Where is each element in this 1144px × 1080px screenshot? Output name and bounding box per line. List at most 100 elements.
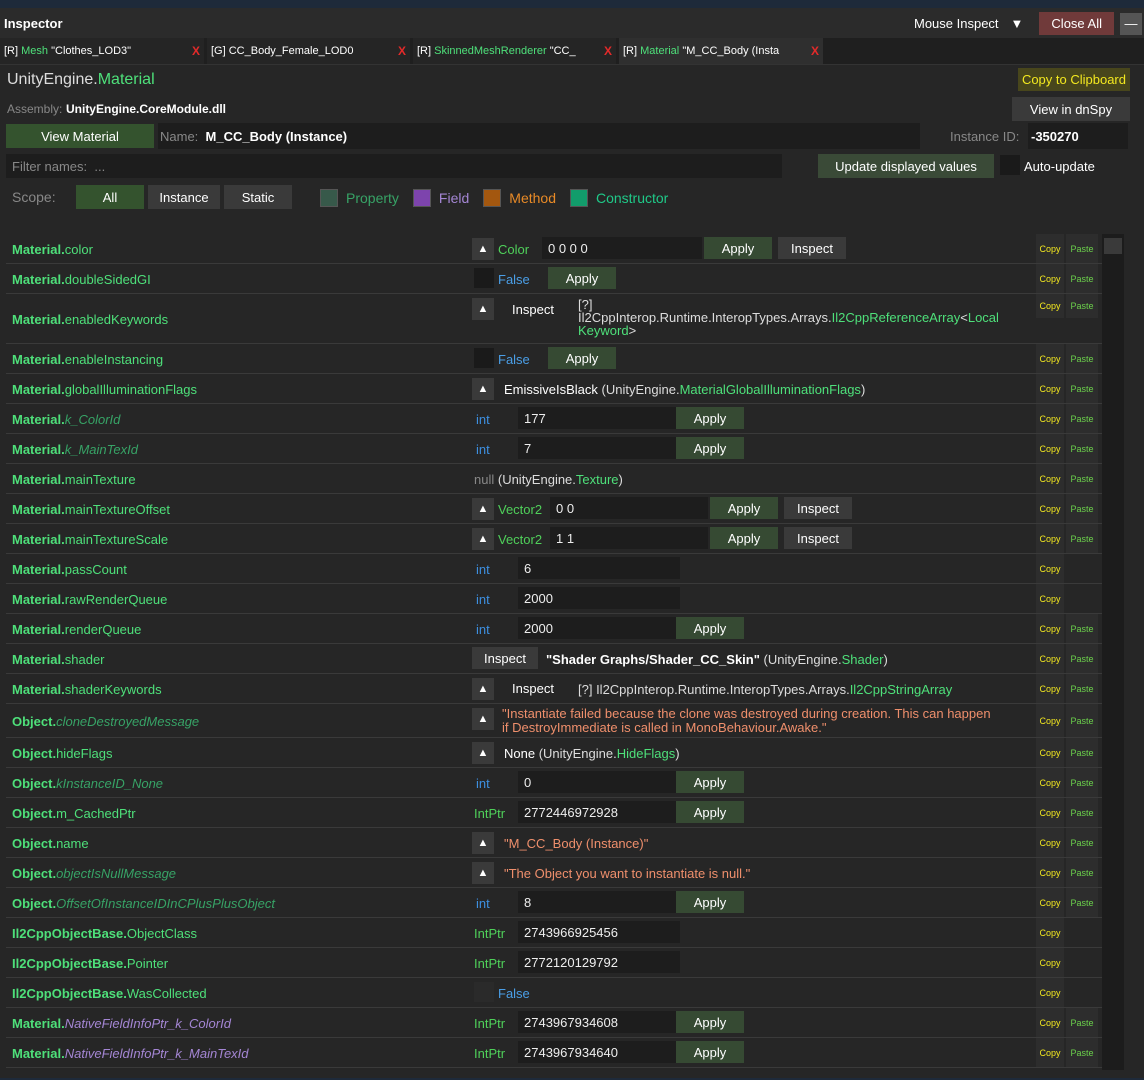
expand-up-icon[interactable]: ▲ bbox=[472, 742, 494, 764]
int-value-input[interactable]: 7 bbox=[518, 437, 680, 459]
paste-button[interactable]: Paste bbox=[1066, 464, 1098, 493]
paste-button[interactable]: Paste bbox=[1066, 264, 1098, 293]
inspect-button[interactable]: Inspect bbox=[502, 298, 564, 320]
paste-button[interactable]: Paste bbox=[1066, 858, 1098, 887]
scope-instance-button[interactable]: Instance bbox=[148, 185, 220, 209]
close-icon[interactable]: X bbox=[392, 44, 406, 58]
int-value-input[interactable]: 177 bbox=[518, 407, 680, 429]
member-list[interactable]: Material.color ▲ Color 0 0 0 0 Apply Ins… bbox=[6, 234, 1124, 1070]
copy-button[interactable]: Copy bbox=[1036, 704, 1064, 737]
tab-material[interactable]: [R] Material "M_CC_Body (Insta X bbox=[619, 38, 823, 64]
paste-button[interactable]: Paste bbox=[1066, 704, 1098, 737]
copy-button[interactable]: Copy bbox=[1036, 344, 1064, 373]
copy-button[interactable]: Copy bbox=[1036, 584, 1064, 613]
copy-button[interactable]: Copy bbox=[1036, 828, 1064, 857]
scope-all-button[interactable]: All bbox=[76, 185, 144, 209]
legend-property[interactable]: Property bbox=[320, 189, 399, 207]
paste-button[interactable]: Paste bbox=[1066, 434, 1098, 463]
close-icon[interactable]: X bbox=[598, 44, 612, 58]
copy-button[interactable]: Copy bbox=[1036, 798, 1064, 827]
paste-button[interactable]: Paste bbox=[1066, 888, 1098, 917]
copy-button[interactable]: Copy bbox=[1036, 464, 1064, 493]
tab-gameobject[interactable]: [G] CC_Body_Female_LOD0 X bbox=[207, 38, 410, 64]
paste-button[interactable]: Paste bbox=[1066, 674, 1098, 703]
close-icon[interactable]: X bbox=[805, 44, 819, 58]
apply-button[interactable]: Apply bbox=[548, 267, 616, 289]
expand-up-icon[interactable]: ▲ bbox=[472, 378, 494, 400]
filter-names-input[interactable]: Filter names: ... bbox=[6, 154, 782, 178]
legend-field[interactable]: Field bbox=[412, 189, 469, 207]
copy-button[interactable]: Copy bbox=[1036, 858, 1064, 887]
name-field[interactable]: Name: M_CC_Body (Instance) bbox=[158, 123, 920, 149]
apply-button[interactable]: Apply bbox=[548, 347, 616, 369]
instance-id-field[interactable]: -350270 bbox=[1028, 123, 1128, 149]
bool-checkbox[interactable] bbox=[474, 348, 494, 368]
auto-update-checkbox[interactable] bbox=[1000, 155, 1020, 175]
copy-button[interactable]: Copy bbox=[1036, 888, 1064, 917]
expand-up-icon[interactable]: ▲ bbox=[472, 528, 494, 550]
copy-button[interactable]: Copy bbox=[1036, 948, 1064, 977]
color-value-input[interactable]: 0 0 0 0 bbox=[542, 237, 702, 259]
int-value-input[interactable]: 0 bbox=[518, 771, 680, 793]
apply-button[interactable]: Apply bbox=[676, 437, 744, 459]
expand-up-icon[interactable]: ▲ bbox=[472, 678, 494, 700]
copy-button[interactable]: Copy bbox=[1036, 644, 1064, 673]
copy-button[interactable]: Copy bbox=[1036, 674, 1064, 703]
expand-up-icon[interactable]: ▲ bbox=[472, 708, 494, 730]
inspect-button[interactable]: Inspect bbox=[784, 497, 852, 519]
legend-method[interactable]: Method bbox=[483, 189, 556, 207]
apply-button[interactable]: Apply bbox=[676, 891, 744, 913]
apply-button[interactable]: Apply bbox=[676, 617, 744, 639]
update-displayed-values-button[interactable]: Update displayed values bbox=[818, 154, 994, 178]
paste-button[interactable]: Paste bbox=[1066, 344, 1098, 373]
minimize-button[interactable]: — bbox=[1120, 12, 1142, 35]
int-value-input[interactable]: 2000 bbox=[518, 617, 680, 639]
apply-button[interactable]: Apply bbox=[710, 497, 778, 519]
view-in-dnspy-button[interactable]: View in dnSpy bbox=[1012, 97, 1130, 121]
vector-value-input[interactable]: 1 1 bbox=[550, 527, 708, 549]
paste-button[interactable]: Paste bbox=[1066, 768, 1098, 797]
intptr-value-input[interactable]: 2743967934640 bbox=[518, 1041, 680, 1063]
expand-up-icon[interactable]: ▲ bbox=[472, 238, 494, 260]
paste-button[interactable]: Paste bbox=[1066, 828, 1098, 857]
expand-up-icon[interactable]: ▲ bbox=[472, 862, 494, 884]
paste-button[interactable]: Paste bbox=[1066, 404, 1098, 433]
copy-button[interactable]: Copy bbox=[1036, 1008, 1064, 1037]
copy-to-clipboard-button[interactable]: Copy to Clipboard bbox=[1017, 68, 1130, 91]
tab-mesh[interactable]: [R] Mesh "Clothes_LOD3" X bbox=[0, 38, 204, 64]
paste-button[interactable]: Paste bbox=[1066, 644, 1098, 673]
scope-static-button[interactable]: Static bbox=[224, 185, 292, 209]
copy-button[interactable]: Copy bbox=[1036, 434, 1064, 463]
copy-button[interactable]: Copy bbox=[1036, 768, 1064, 797]
member-list-scrollbar[interactable] bbox=[1102, 234, 1124, 1070]
title-bar[interactable]: Inspector Mouse Inspect ▼ Close All — bbox=[0, 8, 1144, 38]
paste-button[interactable]: Paste bbox=[1066, 234, 1098, 263]
paste-button[interactable]: Paste bbox=[1066, 1038, 1098, 1067]
view-material-button[interactable]: View Material bbox=[6, 124, 154, 148]
expand-up-icon[interactable]: ▲ bbox=[472, 832, 494, 854]
apply-button[interactable]: Apply bbox=[676, 801, 744, 823]
tab-skinned-mesh-renderer[interactable]: [R] SkinnedMeshRenderer "CC_ X bbox=[413, 38, 616, 64]
paste-button[interactable]: Paste bbox=[1066, 524, 1098, 553]
expand-up-icon[interactable]: ▲ bbox=[472, 498, 494, 520]
chevron-down-icon[interactable]: ▼ bbox=[1011, 16, 1024, 31]
close-icon[interactable]: X bbox=[186, 44, 200, 58]
mouse-inspect-dropdown[interactable]: Mouse Inspect bbox=[914, 16, 999, 31]
paste-button[interactable]: Paste bbox=[1066, 374, 1098, 403]
apply-button[interactable]: Apply bbox=[704, 237, 772, 259]
copy-button[interactable]: Copy bbox=[1036, 294, 1064, 318]
intptr-value-input[interactable]: 2743967934608 bbox=[518, 1011, 680, 1033]
inspect-button[interactable]: Inspect bbox=[784, 527, 852, 549]
copy-button[interactable]: Copy bbox=[1036, 554, 1064, 583]
copy-button[interactable]: Copy bbox=[1036, 264, 1064, 293]
scrollbar-thumb[interactable] bbox=[1104, 238, 1122, 254]
copy-button[interactable]: Copy bbox=[1036, 918, 1064, 947]
paste-button[interactable]: Paste bbox=[1066, 614, 1098, 643]
copy-button[interactable]: Copy bbox=[1036, 738, 1064, 767]
inspect-button[interactable]: Inspect bbox=[502, 677, 564, 699]
int-value-input[interactable]: 8 bbox=[518, 891, 680, 913]
apply-button[interactable]: Apply bbox=[676, 1041, 744, 1063]
copy-button[interactable]: Copy bbox=[1036, 524, 1064, 553]
apply-button[interactable]: Apply bbox=[710, 527, 778, 549]
paste-button[interactable]: Paste bbox=[1066, 738, 1098, 767]
